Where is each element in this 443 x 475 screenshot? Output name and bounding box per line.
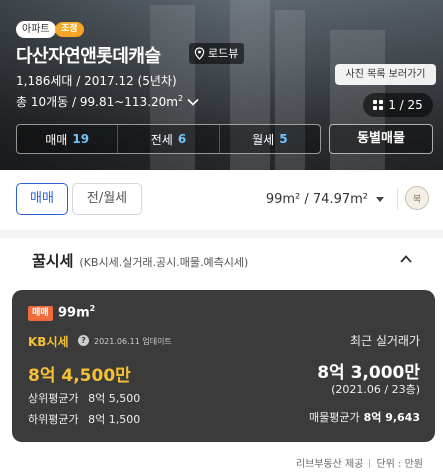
sale-badge: 매매 [28,306,53,321]
section-divider [0,230,443,238]
upper-average-row: 상위평균가 8억 5,500 [28,390,140,406]
divider [369,459,371,468]
roadview-label: 로드뷰 [208,47,239,60]
kb-updated-date: 2021.06.11 업데이트 [94,337,172,346]
buildings-area-text: 총 10개동 / 99.81~113.20m [16,95,178,109]
asking-average-label: 매물평균가 [308,411,360,424]
area-select[interactable]: 99m² / 74.97m² [152,183,392,215]
jeonse-label: 전세 [150,132,173,147]
type-chip: 아파트 [16,21,56,38]
card-area: 99m2 [58,304,95,320]
buildings-area-info[interactable]: 총 10개동 / 99.81~113.20m2 [16,93,199,110]
wolse-count-tab[interactable]: 월세 5 [220,125,320,153]
sale-count: 19 [72,132,90,146]
grid-icon [373,100,384,110]
hero-photo[interactable]: 아파트 조정 다산자연앤롯데캐슬 로드뷰 1,186세대 / 2017.12 (… [0,0,443,170]
asking-average-value: 8억 9,643 [363,411,420,424]
section-title: 꿀시세 [32,252,74,270]
card-area-value: 99m [58,305,90,321]
sale-count-tab[interactable]: 매매 19 [17,125,119,153]
asking-average-row: 매물평균가 8억 9,643 [212,409,420,425]
kb-price-value: 8억 4,500만 [28,366,131,386]
dong-listings-button[interactable]: 동별매물 [329,124,433,154]
apartment-title: 다산자연앤롯데캐슬 [16,46,161,67]
kb-price-label: KB시세 [28,335,69,349]
caret-down-icon [376,196,384,202]
jeonse-count-tab[interactable]: 전세 6 [118,125,220,153]
price-card: 매매 99m2 KB시세 ? 2021.06.11 업데이트 8억 4,500만… [12,290,435,442]
filter-bar: 매매 전/월세 99m² / 74.97m² 북 [0,170,443,230]
trade-count-box: 매매 19 전세 6 월세 5 [16,124,321,154]
chevron-down-icon [187,98,199,106]
upper-average-label: 상위평균가 [28,392,79,405]
card-area-sup: 2 [89,304,96,313]
lower-average-value: 8억 1,500 [88,413,141,426]
condition-chip: 조정 [55,22,84,37]
lower-average-label: 하위평균가 [28,413,79,426]
unit-note: 단위 : 만원 [376,459,423,470]
recent-deal-meta: (2021.06 / 23층) [331,383,420,396]
lower-average-row: 하위평균가 8억 1,500 [28,411,140,427]
divider [397,188,398,210]
chevron-up-icon[interactable] [399,252,413,266]
footer-note: 리브부동산 제공 단위 : 만원 [200,455,423,470]
jeonse-count: 6 [177,132,187,146]
roadview-button[interactable]: 로드뷰 [189,43,245,64]
upper-average-value: 8억 5,500 [88,392,141,405]
data-provider: 리브부동산 제공 [295,459,364,470]
recent-deal-price: 8억 3,000만 [317,363,420,383]
section-subtitle: (KB시세.실거래.공시.매물.예측시세) [79,256,249,269]
sale-label: 매매 [45,132,68,147]
households-built-info: 1,186세대 / 2017.12 (5년차) [16,74,177,88]
compass-label: 북 [412,194,422,205]
location-pin-icon [194,47,205,60]
wolse-label: 월세 [252,132,275,147]
area-unit-sup: 2 [177,94,184,103]
compass-icon[interactable]: 북 [405,186,429,210]
tab-rent[interactable]: 전/월세 [72,183,142,215]
section-header: 꿀시세 (KB시세.실거래.공시.매물.예측시세) [32,250,248,271]
area-select-value: 99m² / 74.97m² [265,191,368,207]
tab-sale[interactable]: 매매 [16,183,68,215]
recent-deal-label: 최근 실거래가 [349,334,420,348]
photo-counter-text: 1 / 25 [388,98,423,112]
wolse-count: 5 [279,132,288,146]
photo-counter-button[interactable]: 1 / 25 [363,93,433,117]
help-icon[interactable]: ? [78,335,89,346]
photo-list-tooltip[interactable]: 사진 목록 보러가기 [335,64,436,85]
